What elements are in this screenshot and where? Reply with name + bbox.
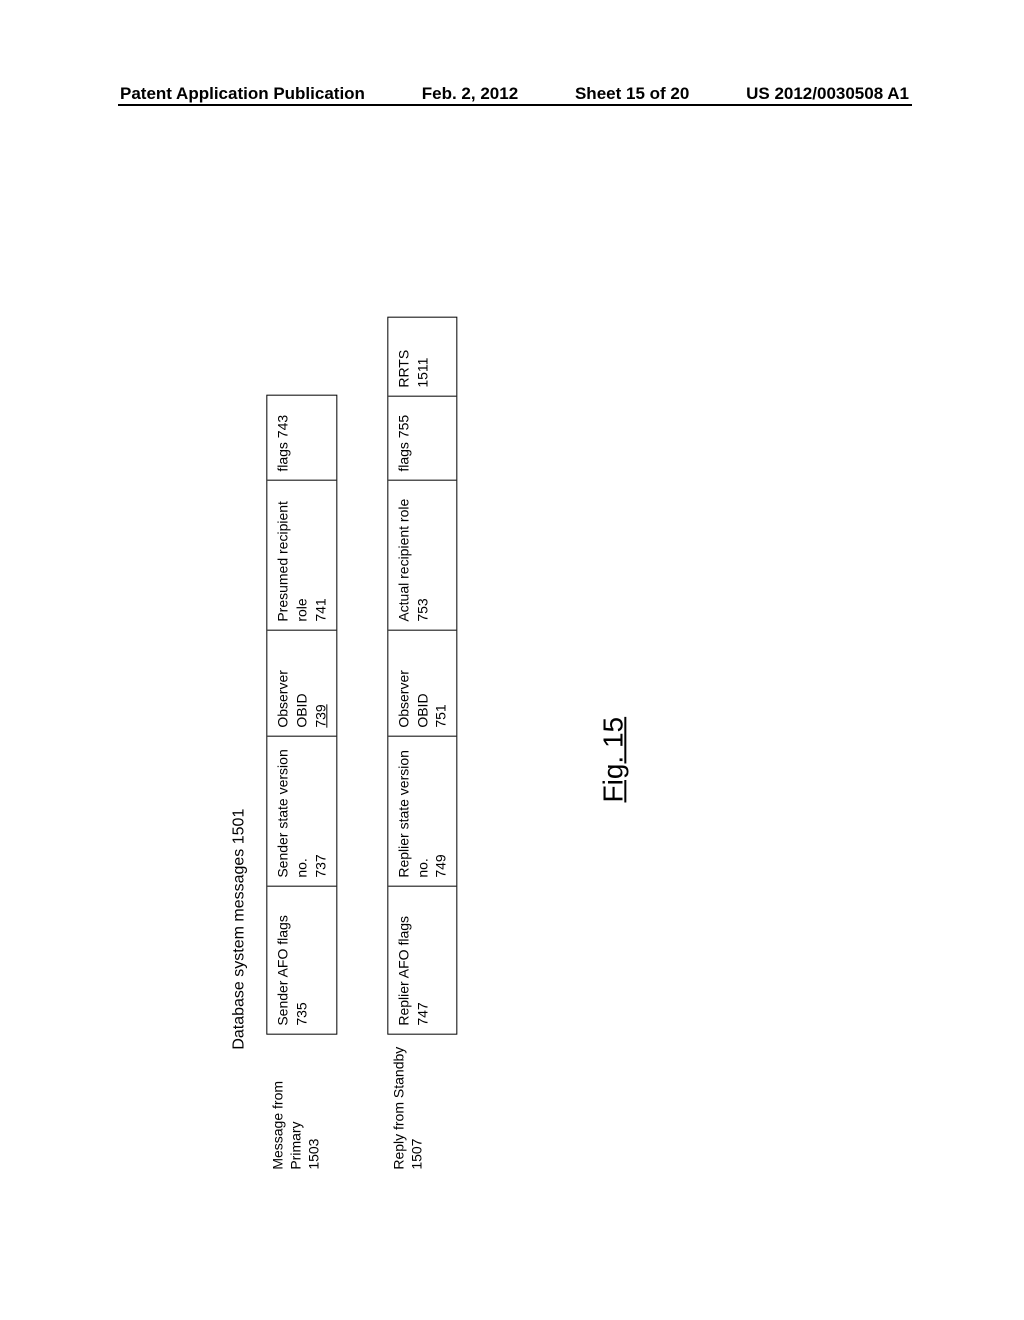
cell-presumed-recipient-role-l2: 741 — [311, 489, 330, 622]
cell-replier-state-version-l1: Replier state version no. — [394, 745, 432, 878]
message-from-primary-row: Message from Primary 1503 Sender AFO fla… — [266, 350, 337, 1170]
cell-actual-recipient-role: Actual recipient role 753 — [388, 480, 457, 630]
cell-actual-recipient-role-l1: Actual recipient role — [394, 489, 413, 622]
cell-observer-obid-primary-l1: Observer OBID — [273, 639, 311, 728]
header-patent-number: US 2012/0030508 A1 — [746, 84, 909, 104]
cell-replier-state-version-l2: 749 — [432, 745, 451, 878]
cell-presumed-recipient-role: Presumed recipient role 741 — [267, 480, 336, 630]
diagram-title: Database system messages 1501 — [230, 350, 248, 1050]
header-date: Feb. 2, 2012 — [422, 84, 518, 104]
cell-flags-primary: flags 743 — [267, 396, 336, 480]
reply-from-standby-row: Reply from Standby 1507 Replier AFO flag… — [387, 350, 458, 1170]
header-sheet: Sheet 15 of 20 — [575, 84, 689, 104]
figure-label: Fig. 15 — [598, 350, 630, 1170]
figure-15: Database system messages 1501 Message fr… — [230, 350, 629, 1170]
row-label-standby: Reply from Standby 1507 — [387, 1035, 425, 1170]
cell-sender-state-version-l2: 737 — [311, 745, 330, 878]
cell-presumed-recipient-role-l1: Presumed recipient role — [273, 489, 311, 622]
figure-label-text: Fig. 15 — [598, 717, 629, 803]
cell-observer-obid-standby: Observer OBID 751 — [388, 630, 457, 736]
cell-actual-recipient-role-l2: 753 — [413, 489, 432, 622]
cell-flags-standby: flags 755 — [388, 396, 457, 480]
cell-rrts: RRTS 1511 — [388, 318, 457, 396]
primary-fields: Sender AFO flags 735 Sender state versio… — [266, 395, 337, 1035]
cell-observer-obid-standby-l2: 751 — [432, 639, 451, 728]
page-header: Patent Application Publication Feb. 2, 2… — [0, 84, 1024, 104]
cell-replier-state-version: Replier state version no. 749 — [388, 736, 457, 886]
cell-sender-afo-flags: Sender AFO flags 735 — [267, 886, 336, 1034]
row-label-standby-l1: Reply from Standby — [389, 1035, 407, 1170]
cell-replier-afo-flags: Replier AFO flags 747 — [388, 886, 457, 1034]
row-label-primary-l2: 1503 — [305, 1035, 323, 1170]
cell-sender-state-version-l1: Sender state version no. — [273, 745, 311, 878]
header-publication: Patent Application Publication — [120, 84, 365, 104]
row-label-standby-l2: 1507 — [407, 1035, 425, 1170]
standby-fields: Replier AFO flags 747 Replier state vers… — [387, 317, 458, 1035]
row-label-primary-l1: Message from Primary — [268, 1035, 304, 1170]
cell-observer-obid-standby-l1: Observer OBID — [394, 639, 432, 728]
cell-sender-state-version: Sender state version no. 737 — [267, 736, 336, 886]
cell-observer-obid-primary-l2: 739 — [311, 639, 330, 728]
header-rule — [118, 104, 912, 106]
cell-observer-obid-primary: Observer OBID 739 — [267, 630, 336, 736]
row-label-primary: Message from Primary 1503 — [266, 1035, 323, 1170]
